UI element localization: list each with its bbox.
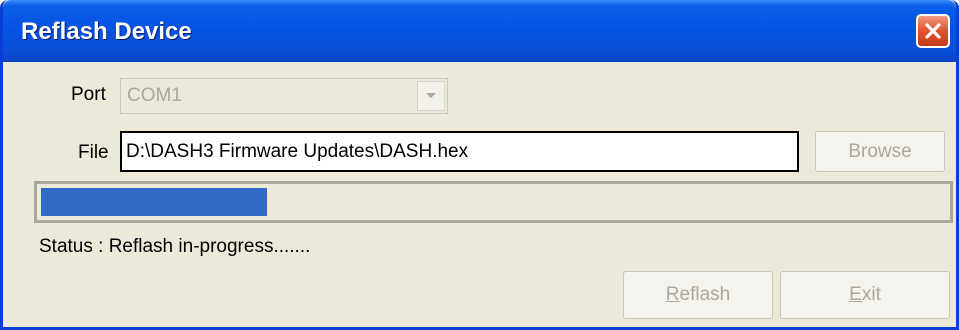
reflash-label-rest: eflash [679, 284, 731, 305]
progress-bar [34, 181, 953, 223]
reflash-mnemonic: R [665, 284, 680, 305]
file-path-input[interactable] [120, 131, 799, 172]
exit-mnemonic: E [849, 284, 862, 305]
port-dropdown-button[interactable] [417, 81, 445, 111]
chevron-down-icon [426, 93, 436, 98]
exit-label-rest: xit [861, 284, 881, 305]
file-label: File [78, 142, 109, 163]
progress-bar-fill [41, 188, 267, 216]
browse-button-label: Browse [848, 140, 912, 162]
exit-button-label: Exit [849, 284, 881, 306]
close-button[interactable] [916, 14, 950, 48]
browse-button[interactable]: Browse [815, 131, 945, 172]
title-bar[interactable]: Reflash Device [3, 0, 956, 62]
port-label: Port [71, 84, 106, 105]
reflash-button-label: Reflash [666, 284, 730, 306]
exit-button[interactable]: Exit [780, 271, 950, 319]
reflash-device-dialog: Reflash Device Port COM1 File Browse Sta… [0, 0, 959, 330]
status-text: Status : Reflash in-progress....... [39, 236, 311, 257]
port-select[interactable]: COM1 [120, 78, 448, 114]
window-title: Reflash Device [21, 18, 192, 45]
close-icon [925, 23, 941, 39]
reflash-button[interactable]: Reflash [623, 271, 773, 319]
port-select-value: COM1 [127, 85, 182, 106]
